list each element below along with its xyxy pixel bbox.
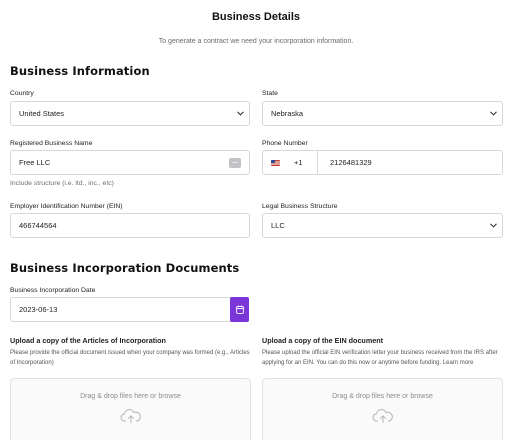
phone-label: Phone Number bbox=[262, 140, 308, 147]
state-select[interactable]: Nebraska bbox=[262, 101, 503, 126]
section-title-incorporation-documents: Business Incorporation Documents bbox=[10, 261, 240, 275]
country-label: Country bbox=[10, 90, 34, 97]
calendar-button[interactable] bbox=[230, 297, 249, 322]
business-name-value: Free LLC bbox=[19, 158, 51, 167]
incorporation-date-label: Business Incorporation Date bbox=[10, 287, 96, 294]
us-flag-icon bbox=[271, 159, 280, 166]
legal-structure-label: Legal Business Structure bbox=[262, 203, 338, 210]
articles-dropzone[interactable]: Drag & drop files here or browse bbox=[10, 378, 251, 440]
legal-structure-value: LLC bbox=[271, 221, 285, 230]
phone-field: +1 2126481329 bbox=[262, 150, 503, 175]
business-name-input[interactable]: Free LLC bbox=[10, 150, 250, 175]
articles-upload-title: Upload a copy of the Articles of Incorpo… bbox=[10, 336, 166, 345]
section-title-business-information: Business Information bbox=[10, 64, 150, 78]
business-name-label: Registered Business Name bbox=[10, 140, 93, 147]
page-title: Business Details bbox=[211, 11, 301, 23]
country-code-selector[interactable]: +1 bbox=[263, 151, 318, 174]
phone-number-input[interactable]: 2126481329 bbox=[318, 158, 502, 167]
ein-input[interactable]: 466744564 bbox=[10, 213, 250, 238]
ein-dropzone[interactable]: Drag & drop files here or browse bbox=[262, 378, 503, 440]
dropzone-text: Drag & drop files here or browse bbox=[80, 393, 181, 400]
page-subtitle: To generate a contract we need your inco… bbox=[158, 38, 354, 45]
ein-upload-title: Upload a copy of the EIN document bbox=[262, 336, 383, 345]
ein-upload-description: Please upload the official EIN verificat… bbox=[262, 350, 498, 366]
state-value: Nebraska bbox=[271, 109, 304, 118]
ein-label: Employer Identification Number (EIN) bbox=[10, 203, 123, 210]
articles-upload-description: Please provide the official document iss… bbox=[10, 350, 250, 366]
cloud-upload-icon bbox=[372, 409, 393, 423]
incorporation-date-input[interactable]: 2023-06-13 bbox=[10, 297, 231, 322]
chevron-down-icon bbox=[484, 214, 502, 237]
incorporation-date-value: 2023-06-13 bbox=[19, 305, 58, 314]
legal-structure-select[interactable]: LLC bbox=[262, 213, 503, 238]
password-manager-icon[interactable] bbox=[229, 157, 241, 168]
ein-value: 466744564 bbox=[19, 221, 57, 230]
chevron-down-icon bbox=[231, 102, 249, 125]
dropzone-text: Drag & drop files here or browse bbox=[332, 393, 433, 400]
country-select[interactable]: United States bbox=[10, 101, 250, 126]
dial-code: +1 bbox=[294, 158, 303, 167]
calendar-icon bbox=[235, 305, 244, 314]
cloud-upload-icon bbox=[120, 409, 141, 423]
business-name-hint: Include structure (i.e. ltd., inc., etc) bbox=[10, 180, 114, 187]
chevron-down-icon bbox=[484, 102, 502, 125]
state-label: State bbox=[262, 90, 278, 97]
country-value: United States bbox=[19, 109, 65, 118]
